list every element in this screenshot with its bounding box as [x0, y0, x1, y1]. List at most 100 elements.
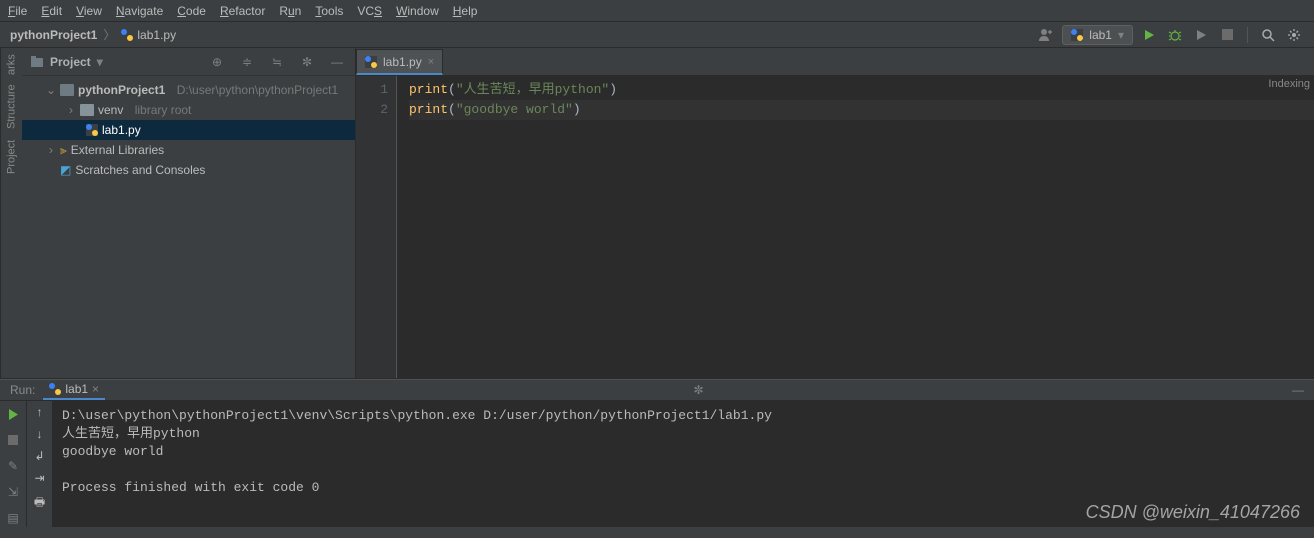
- blank-arrow: [46, 163, 56, 177]
- python-file-icon: [365, 56, 377, 68]
- close-icon[interactable]: ×: [92, 382, 99, 396]
- editor-tab-lab1[interactable]: lab1.py ×: [356, 49, 443, 75]
- run-toolbar-scroll: ↑ ↓ ↲ ⇥ 🖶: [26, 401, 52, 527]
- project-tree: ⌄ pythonProject1 D:\user\python\pythonPr…: [22, 76, 355, 184]
- python-file-icon: [86, 124, 98, 136]
- expand-all-button[interactable]: ≑: [237, 52, 257, 72]
- menu-tools[interactable]: Tools: [315, 4, 343, 18]
- code-editor[interactable]: 12 print("人生苦短，早用python") print("goodbye…: [356, 76, 1314, 378]
- stop-run-button[interactable]: [4, 431, 22, 449]
- scratches-node[interactable]: ◩ Scratches and Consoles: [22, 160, 355, 180]
- project-root-path: D:\user\python\pythonProject1: [177, 83, 338, 97]
- search-button[interactable]: [1258, 25, 1278, 45]
- main-body: Project Structure arks Project ▾ ⊕ ≑ ≒ ✼…: [0, 48, 1314, 378]
- menu-run[interactable]: Run: [279, 4, 301, 18]
- hide-run-panel-button[interactable]: —: [1292, 383, 1304, 397]
- menu-navigate[interactable]: Navigate: [116, 4, 163, 18]
- run-with-coverage-button[interactable]: [1191, 25, 1211, 45]
- menu-view[interactable]: View: [76, 4, 102, 18]
- console-exit-line: Process finished with exit code 0: [62, 480, 319, 495]
- project-tool-window: Project ▾ ⊕ ≑ ≒ ✼ — ⌄ pythonProject1 D:\…: [22, 48, 356, 378]
- project-icon: [30, 55, 44, 69]
- collapse-all-button[interactable]: ≒: [267, 52, 287, 72]
- file-label: lab1.py: [102, 123, 141, 137]
- run-panel-header: Run: lab1 × ✼ —: [0, 379, 1314, 401]
- external-libraries-label: External Libraries: [71, 143, 164, 157]
- breadcrumb-file[interactable]: lab1.py: [121, 28, 176, 42]
- menu-code[interactable]: Code: [177, 4, 206, 18]
- print-button[interactable]: 🖶: [34, 493, 45, 514]
- venv-hint: library root: [135, 103, 192, 117]
- tab-project-vertical[interactable]: Project: [6, 139, 18, 173]
- project-panel-title[interactable]: Project ▾: [30, 55, 103, 69]
- menu-bar: File Edit View Navigate Code Refactor Ru…: [0, 0, 1314, 22]
- pin-tab-button[interactable]: ⇲: [4, 483, 22, 501]
- breadcrumb: pythonProject1 〉 lab1.py: [10, 26, 176, 43]
- add-user-button[interactable]: [1036, 25, 1056, 45]
- menu-edit[interactable]: Edit: [41, 4, 62, 18]
- edit-config-button[interactable]: ✎: [4, 457, 22, 475]
- settings-icon[interactable]: ✼: [297, 52, 317, 72]
- layout-button[interactable]: ▤: [4, 509, 22, 527]
- console-line: 人生苦短，早用python: [62, 426, 200, 441]
- run-config-label: lab1: [1089, 28, 1112, 42]
- soft-wrap-button[interactable]: ↲: [34, 449, 44, 463]
- scratches-icon: ◩: [60, 163, 71, 177]
- breadcrumb-file-label: lab1.py: [137, 28, 176, 42]
- run-button[interactable]: [1139, 25, 1159, 45]
- breadcrumb-project[interactable]: pythonProject1: [10, 28, 97, 42]
- console-line: goodbye world: [62, 444, 163, 459]
- menu-refactor[interactable]: Refactor: [220, 4, 265, 18]
- external-libraries-node[interactable]: › ⫸ External Libraries: [22, 140, 355, 160]
- expand-arrow-icon[interactable]: ›: [66, 103, 76, 117]
- folder-icon: [60, 84, 74, 96]
- left-tool-strip: Project Structure arks: [0, 48, 22, 378]
- select-opened-file-button[interactable]: ⊕: [207, 52, 227, 72]
- tab-structure[interactable]: Structure: [6, 85, 18, 130]
- navigation-bar: pythonProject1 〉 lab1.py lab1 ▾: [0, 22, 1314, 48]
- python-file-icon: [49, 383, 61, 395]
- breadcrumb-separator: 〉: [103, 26, 115, 43]
- scroll-to-end-button[interactable]: ⇥: [34, 471, 44, 485]
- toolbar-separator: [1247, 27, 1248, 43]
- run-panel-body: ✎ ⇲ ▤ ↑ ↓ ↲ ⇥ 🖶 D:\user\python\pythonPro…: [0, 401, 1314, 527]
- code-content[interactable]: print("人生苦短，早用python") print("goodbye wo…: [396, 76, 1314, 378]
- expand-arrow-icon[interactable]: ›: [46, 143, 56, 157]
- run-tab-lab1[interactable]: lab1 ×: [43, 380, 105, 400]
- project-root-node[interactable]: ⌄ pythonProject1 D:\user\python\pythonPr…: [22, 80, 355, 100]
- run-settings-button[interactable]: ✼: [694, 383, 704, 397]
- hide-panel-button[interactable]: —: [327, 52, 347, 72]
- expand-arrow-icon[interactable]: ⌄: [46, 83, 56, 97]
- scratches-label: Scratches and Consoles: [75, 163, 205, 177]
- scroll-up-button[interactable]: ↑: [37, 405, 43, 419]
- chevron-down-icon: ▾: [97, 55, 103, 69]
- stop-button[interactable]: [1217, 25, 1237, 45]
- project-root-label: pythonProject1: [78, 83, 165, 97]
- venv-label: venv: [98, 103, 123, 117]
- run-tab-label: lab1: [65, 382, 88, 396]
- editor-area: lab1.py × Indexing 12 print("人生苦短，早用pyth…: [356, 48, 1314, 378]
- menu-help[interactable]: Help: [453, 4, 478, 18]
- console-command: D:\user\python\pythonProject1\venv\Scrip…: [62, 408, 772, 423]
- watermark: CSDN @weixin_41047266: [1086, 503, 1300, 521]
- folder-icon: [80, 104, 94, 116]
- menu-window[interactable]: Window: [396, 4, 439, 18]
- chevron-down-icon: ▾: [1118, 28, 1124, 42]
- close-tab-button[interactable]: ×: [428, 56, 434, 68]
- run-toolbar-left: ✎ ⇲ ▤: [0, 401, 26, 527]
- menu-file[interactable]: File: [8, 4, 27, 18]
- venv-node[interactable]: › venv library root: [22, 100, 355, 120]
- settings-button[interactable]: [1284, 25, 1304, 45]
- python-file-icon: [1071, 29, 1083, 41]
- run-panel-label: Run:: [10, 383, 35, 397]
- run-configuration-dropdown[interactable]: lab1 ▾: [1062, 25, 1133, 45]
- file-node-lab1[interactable]: lab1.py: [22, 120, 355, 140]
- menu-vcs[interactable]: VCS: [357, 4, 382, 18]
- rerun-button[interactable]: [4, 405, 22, 423]
- scroll-down-button[interactable]: ↓: [37, 427, 43, 441]
- indexing-status: Indexing: [1268, 78, 1310, 90]
- tab-bookmarks[interactable]: arks: [6, 54, 18, 75]
- project-panel-header: Project ▾ ⊕ ≑ ≒ ✼ —: [22, 48, 355, 76]
- console-output[interactable]: D:\user\python\pythonProject1\venv\Scrip…: [52, 401, 1314, 527]
- debug-button[interactable]: [1165, 25, 1185, 45]
